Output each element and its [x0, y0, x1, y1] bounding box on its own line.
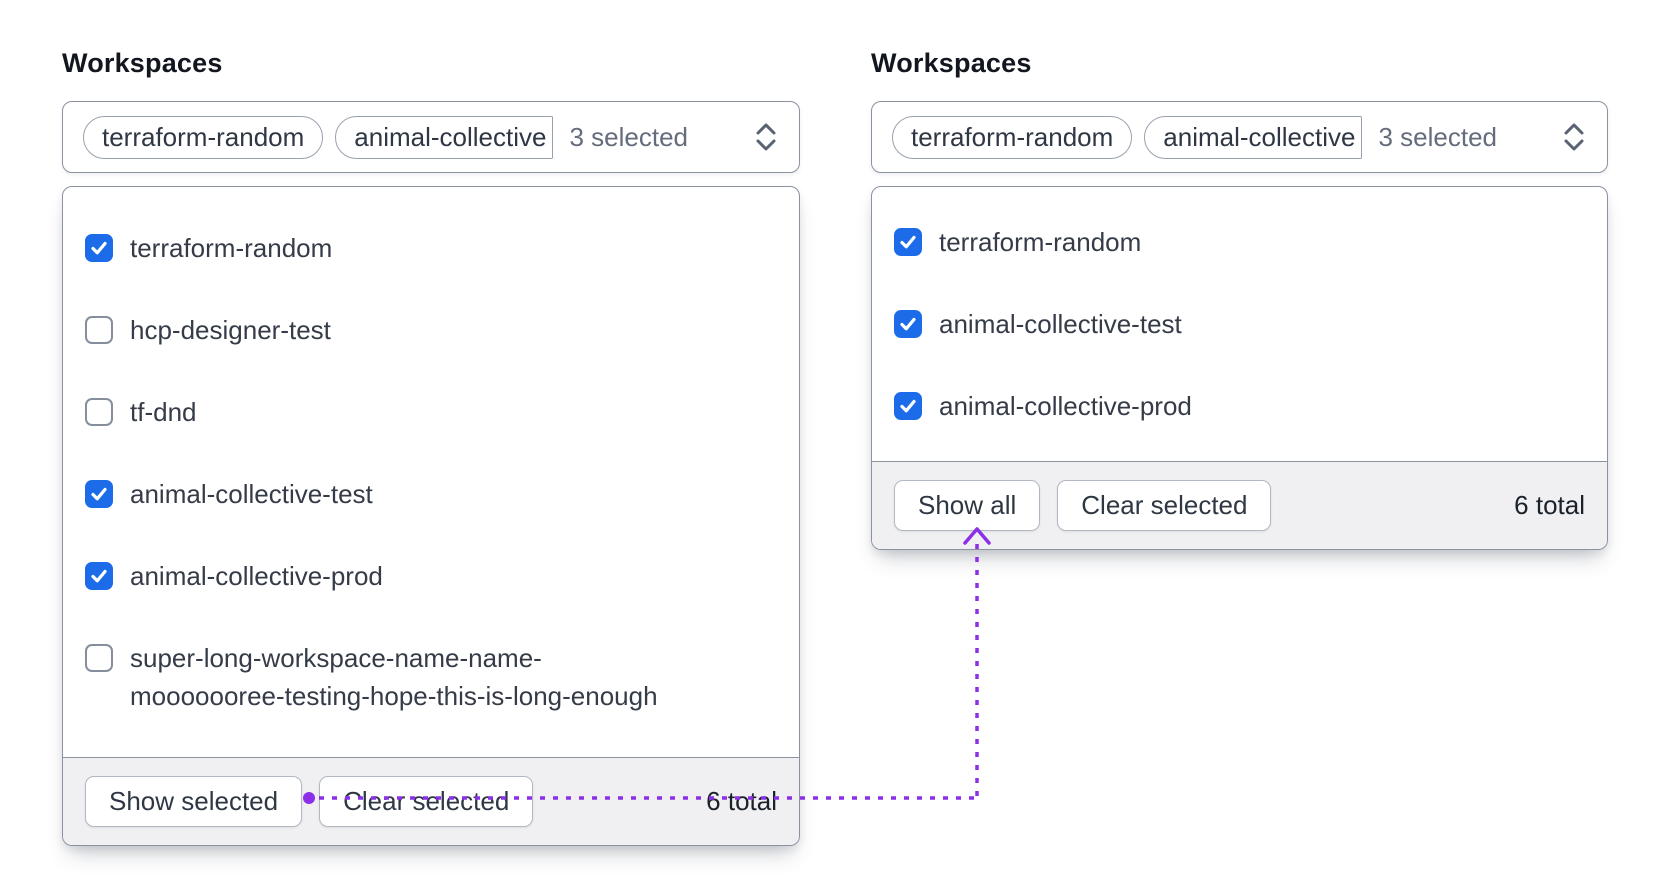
workspaces-filter-right: Workspaces terraform-random animal-colle…	[871, 48, 1608, 550]
workspace-option-label: animal-collective-test	[130, 479, 373, 509]
clear-selected-button[interactable]: Clear selected	[1057, 480, 1272, 531]
workspace-option[interactable]: animal-collective-prod	[894, 365, 1585, 447]
chevron-up-down-icon	[1561, 120, 1587, 154]
workspace-option-label: super-long-workspace-name-name-moooooore…	[130, 643, 658, 711]
chevron-up-down-icon	[753, 120, 779, 154]
workspaces-filter-left: Workspaces terraform-random animal-colle…	[62, 48, 800, 846]
workspace-options-list: terraform-random hcp-designer-test tf-dn…	[63, 187, 799, 757]
workspace-option[interactable]: animal-collective-prod	[85, 535, 777, 617]
selected-tag: terraform-random	[892, 115, 1133, 159]
workspace-option[interactable]: terraform-random	[85, 207, 777, 289]
checkbox-icon[interactable]	[85, 398, 113, 426]
workspace-option-label: hcp-designer-test	[130, 315, 331, 345]
checkbox-icon[interactable]	[85, 480, 113, 508]
workspace-option-label: animal-collective-test	[939, 309, 1182, 339]
checkbox-icon[interactable]	[85, 234, 113, 262]
page-title: Workspaces	[871, 48, 1032, 78]
checkbox-icon[interactable]	[85, 316, 113, 344]
workspace-option[interactable]: hcp-designer-test	[85, 289, 777, 371]
clear-selected-button[interactable]: Clear selected	[319, 776, 534, 827]
checkbox-icon[interactable]	[894, 228, 922, 256]
selected-count: 3 selected	[1378, 121, 1497, 152]
workspace-options-list: terraform-random animal-collective-test …	[872, 187, 1607, 461]
checkbox-icon[interactable]	[85, 644, 113, 672]
total-count: 6 total	[1514, 490, 1585, 520]
workspaces-multiselect-trigger[interactable]: terraform-random animal-collective 3 sel…	[62, 101, 800, 173]
workspace-option-label: terraform-random	[130, 233, 333, 263]
dropdown-panel: terraform-random hcp-designer-test tf-dn…	[62, 186, 800, 846]
dropdown-footer: Show all Clear selected 6 total	[872, 461, 1607, 549]
workspace-option[interactable]: animal-collective-test	[894, 283, 1585, 365]
workspace-option[interactable]: super-long-workspace-name-name-moooooore…	[85, 617, 777, 737]
total-count: 6 total	[706, 786, 777, 816]
dropdown-panel: terraform-random animal-collective-test …	[871, 186, 1608, 550]
workspace-option-label: terraform-random	[939, 227, 1142, 257]
selected-count: 3 selected	[569, 121, 688, 152]
checkbox-icon[interactable]	[85, 562, 113, 590]
selected-tag-truncated: animal-collective	[335, 115, 554, 159]
workspace-option-label: tf-dnd	[130, 397, 197, 427]
workspace-option[interactable]: animal-collective-test	[85, 453, 777, 535]
page-title: Workspaces	[62, 48, 223, 78]
checkbox-icon[interactable]	[894, 310, 922, 338]
dropdown-footer: Show selected Clear selected 6 total	[63, 757, 799, 845]
workspaces-multiselect-trigger[interactable]: terraform-random animal-collective 3 sel…	[871, 101, 1608, 173]
workspace-option-label: animal-collective-prod	[130, 561, 383, 591]
workspace-option[interactable]: tf-dnd	[85, 371, 777, 453]
selected-tag-truncated: animal-collective	[1144, 115, 1363, 159]
workspace-option[interactable]: terraform-random	[894, 201, 1585, 283]
checkbox-icon[interactable]	[894, 392, 922, 420]
workspace-option-label: animal-collective-prod	[939, 391, 1192, 421]
show-selected-button[interactable]: Show selected	[85, 776, 303, 827]
show-all-button[interactable]: Show all	[894, 480, 1041, 531]
selected-tag: terraform-random	[83, 115, 324, 159]
